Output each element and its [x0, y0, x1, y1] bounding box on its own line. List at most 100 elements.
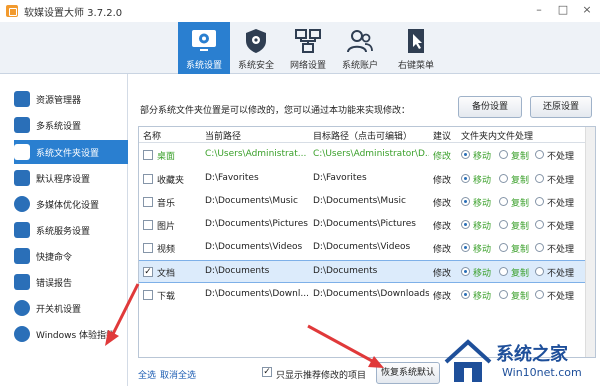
move-radio[interactable] [461, 150, 470, 159]
folder-name: 音乐 [157, 199, 176, 209]
sidebar-item-experience-index[interactable]: Windows 体验指数 [14, 323, 128, 345]
sidebar-item-error-report[interactable]: 错误报告 [14, 271, 128, 293]
title-bar: 软媒设置大师 3.7.2.0 – □ × [0, 0, 600, 22]
table-row[interactable]: 图片 D:\Documents\Pictures D:\Documents\Pict… [139, 214, 595, 237]
sidebar-item-power[interactable]: 开关机设置 [14, 297, 128, 319]
shield-gear-icon [246, 29, 266, 53]
sidebar-item-folder-settings[interactable]: 系统文件夹设置 [14, 140, 128, 164]
table-scrollbar[interactable] [585, 127, 595, 357]
error-report-icon [14, 274, 30, 290]
copy-radio[interactable] [499, 267, 508, 276]
tab-system-accounts[interactable]: 系统账户 [334, 22, 386, 74]
move-label: 移动 [473, 292, 492, 302]
target-path-field[interactable]: D:\Documents\Downloads [313, 289, 429, 299]
sidebar-item-label: 快捷命令 [36, 252, 73, 263]
copy-radio[interactable] [499, 220, 508, 229]
row-checkbox[interactable] [143, 197, 153, 207]
move-radio[interactable] [461, 267, 470, 276]
sidebar-item-multi-system[interactable]: 多系统设置 [14, 114, 128, 136]
row-checkbox[interactable] [143, 243, 153, 253]
network-icon [295, 29, 321, 53]
column-header: 目标路径（点击可编辑） [313, 132, 413, 142]
move-radio[interactable] [461, 174, 470, 183]
watermark: 系统之家 Win10net.com [440, 336, 600, 386]
copy-radio[interactable] [499, 174, 508, 183]
close-button[interactable]: × [578, 2, 596, 18]
advice: 修改 [433, 222, 452, 232]
sidebar-item-commands[interactable]: 快捷命令 [14, 245, 128, 267]
only-recommended-label: 只显示推荐修改的项目 [276, 371, 367, 381]
no-action-radio[interactable] [535, 243, 544, 252]
restore-default-button[interactable]: 恢复系统默认 [376, 362, 440, 384]
no-action-radio[interactable] [535, 267, 544, 276]
sidebar-item-services[interactable]: 系统服务设置 [14, 219, 128, 241]
folder-name: 视频 [157, 245, 176, 255]
row-checkbox[interactable] [143, 220, 153, 230]
tab-system-settings[interactable]: 系统设置 [178, 22, 230, 74]
no-action-radio[interactable] [535, 174, 544, 183]
sidebar-item-multimedia[interactable]: 多媒体优化设置 [14, 193, 128, 215]
move-radio[interactable] [461, 243, 470, 252]
watermark-url: Win10net.com [502, 366, 582, 379]
folder-name: 下载 [157, 292, 176, 302]
sidebar-item-label: 默认程序设置 [36, 174, 91, 185]
no-action-radio[interactable] [535, 197, 544, 206]
target-path-field[interactable]: D:\Documents [313, 266, 429, 276]
move-radio[interactable] [461, 290, 470, 299]
tab-context-menu[interactable]: 右键菜单 [390, 22, 442, 74]
no-action-label: 不处理 [547, 222, 575, 232]
target-path-field[interactable]: C:\Users\Administrator\D... [313, 149, 429, 159]
table-row[interactable]: 桌面 C:\Users\Administrat... C:\Users\Admini… [139, 144, 595, 167]
target-path-field[interactable]: D:\Documents\Videos [313, 242, 429, 252]
folder-name: 文档 [157, 269, 176, 279]
no-action-label: 不处理 [547, 269, 575, 279]
row-checkbox[interactable] [143, 290, 153, 300]
deselect-all-link[interactable]: 取消全选 [160, 368, 196, 381]
no-action-radio[interactable] [535, 290, 544, 299]
sidebar-item-explorer[interactable]: 资源管理器 [14, 88, 128, 110]
sidebar-item-label: 开关机设置 [36, 304, 82, 315]
advice: 修改 [433, 176, 452, 186]
copy-radio[interactable] [499, 150, 508, 159]
restore-button[interactable]: 还原设置 [530, 96, 592, 118]
no-action-radio[interactable] [535, 220, 544, 229]
move-radio[interactable] [461, 197, 470, 206]
target-path-field[interactable]: D:\Documents\Music [313, 196, 429, 206]
backup-button[interactable]: 备份设置 [458, 96, 522, 118]
table-row[interactable]: 音乐 D:\Documents\Music D:\Documents\Music 修改… [139, 191, 595, 214]
target-path-field[interactable]: D:\Favorites [313, 173, 429, 183]
no-action-label: 不处理 [547, 152, 575, 162]
table-row[interactable]: 收藏夹 D:\Favorites D:\Favorites 修改 移动 复制 不处理 [139, 168, 595, 191]
power-icon [14, 300, 30, 316]
copy-label: 复制 [511, 176, 530, 186]
row-checkbox[interactable] [143, 174, 153, 184]
copy-radio[interactable] [499, 197, 508, 206]
minimize-button[interactable]: – [530, 2, 548, 18]
only-recommended-checkbox[interactable]: ✓ [262, 367, 272, 377]
move-label: 移动 [473, 269, 492, 279]
tab-system-security[interactable]: 系统安全 [230, 22, 282, 74]
move-label: 移动 [473, 152, 492, 162]
table-row[interactable]: 下载 D:\Documents\Downl... D:\Documents\Down… [139, 284, 595, 307]
current-path: C:\Users\Administrat... [205, 149, 307, 159]
copy-radio[interactable] [499, 290, 508, 299]
tab-label: 系统安全 [237, 61, 274, 71]
move-radio[interactable] [461, 220, 470, 229]
default-program-icon [14, 170, 30, 186]
copy-radio[interactable] [499, 243, 508, 252]
maximize-button[interactable]: □ [554, 2, 572, 18]
sidebar-item-label: 多系统设置 [36, 121, 82, 132]
no-action-radio[interactable] [535, 150, 544, 159]
sidebar-item-default-programs[interactable]: 默认程序设置 [14, 167, 128, 189]
tab-label: 网络设置 [289, 61, 326, 71]
row-checkbox[interactable]: ✓ [143, 267, 153, 277]
row-checkbox[interactable] [143, 150, 153, 160]
sidebar-item-label: 系统服务设置 [36, 226, 91, 237]
move-label: 移动 [473, 176, 492, 186]
advice: 修改 [433, 269, 452, 279]
table-row[interactable]: ✓ 文档 D:\Documents D:\Documents 修改 移动 复制 不处理 [139, 260, 595, 283]
tab-network-settings[interactable]: 网络设置 [282, 22, 334, 74]
table-row[interactable]: 视频 D:\Documents\Videos D:\Documents\Videos… [139, 237, 595, 260]
select-all-link[interactable]: 全选 [138, 368, 156, 381]
target-path-field[interactable]: D:\Documents\Pictures [313, 219, 429, 229]
